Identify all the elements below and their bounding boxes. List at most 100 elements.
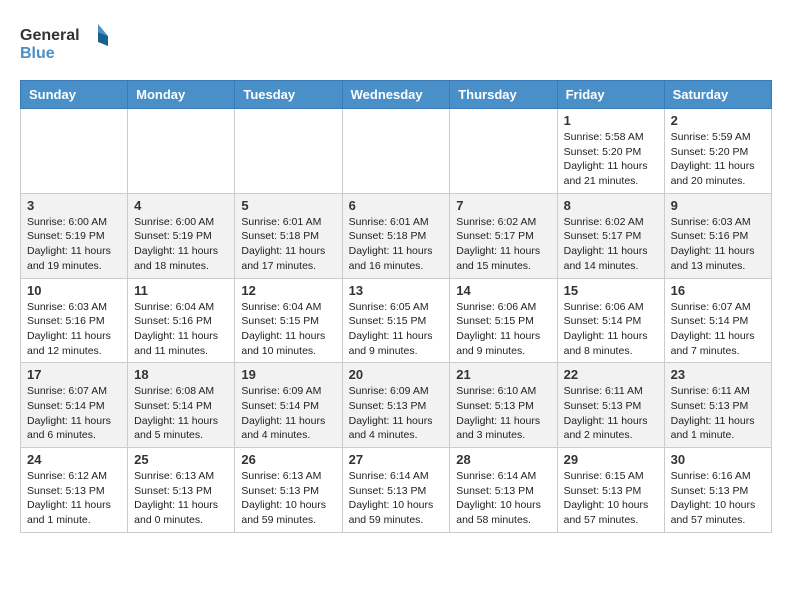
day-number: 28 [456, 452, 550, 467]
calendar-cell: 8 Sunrise: 6:02 AM Sunset: 5:17 PM Daylig… [557, 193, 664, 278]
day-info: Sunrise: 6:02 AM Sunset: 5:17 PM Dayligh… [456, 215, 550, 274]
calendar-day-header: Tuesday [235, 81, 342, 109]
calendar-cell [21, 109, 128, 194]
day-number: 27 [349, 452, 444, 467]
day-info: Sunrise: 6:02 AM Sunset: 5:17 PM Dayligh… [564, 215, 658, 274]
day-number: 26 [241, 452, 335, 467]
calendar-cell [450, 109, 557, 194]
calendar-cell: 23 Sunrise: 6:11 AM Sunset: 5:13 PM Dayli… [664, 363, 771, 448]
day-info: Sunrise: 6:06 AM Sunset: 5:14 PM Dayligh… [564, 300, 658, 359]
day-number: 19 [241, 367, 335, 382]
calendar-cell: 21 Sunrise: 6:10 AM Sunset: 5:13 PM Dayli… [450, 363, 557, 448]
day-info: Sunrise: 6:04 AM Sunset: 5:15 PM Dayligh… [241, 300, 335, 359]
day-number: 15 [564, 283, 658, 298]
day-info: Sunrise: 6:13 AM Sunset: 5:13 PM Dayligh… [241, 469, 335, 528]
day-info: Sunrise: 6:03 AM Sunset: 5:16 PM Dayligh… [671, 215, 765, 274]
day-info: Sunrise: 6:14 AM Sunset: 5:13 PM Dayligh… [456, 469, 550, 528]
day-info: Sunrise: 6:01 AM Sunset: 5:18 PM Dayligh… [241, 215, 335, 274]
day-number: 25 [134, 452, 228, 467]
day-info: Sunrise: 6:14 AM Sunset: 5:13 PM Dayligh… [349, 469, 444, 528]
day-number: 20 [349, 367, 444, 382]
day-number: 7 [456, 198, 550, 213]
day-info: Sunrise: 6:07 AM Sunset: 5:14 PM Dayligh… [27, 384, 121, 443]
calendar-cell: 27 Sunrise: 6:14 AM Sunset: 5:13 PM Dayli… [342, 448, 450, 533]
day-number: 16 [671, 283, 765, 298]
day-number: 9 [671, 198, 765, 213]
calendar-cell: 2 Sunrise: 5:59 AM Sunset: 5:20 PM Daylig… [664, 109, 771, 194]
day-info: Sunrise: 6:04 AM Sunset: 5:16 PM Dayligh… [134, 300, 228, 359]
day-info: Sunrise: 6:05 AM Sunset: 5:15 PM Dayligh… [349, 300, 444, 359]
day-info: Sunrise: 6:09 AM Sunset: 5:13 PM Dayligh… [349, 384, 444, 443]
calendar-cell: 13 Sunrise: 6:05 AM Sunset: 5:15 PM Dayli… [342, 278, 450, 363]
day-info: Sunrise: 6:00 AM Sunset: 5:19 PM Dayligh… [134, 215, 228, 274]
calendar-cell: 15 Sunrise: 6:06 AM Sunset: 5:14 PM Dayli… [557, 278, 664, 363]
calendar-cell: 9 Sunrise: 6:03 AM Sunset: 5:16 PM Daylig… [664, 193, 771, 278]
day-number: 10 [27, 283, 121, 298]
calendar-week-row: 1 Sunrise: 5:58 AM Sunset: 5:20 PM Daylig… [21, 109, 772, 194]
calendar-cell: 25 Sunrise: 6:13 AM Sunset: 5:13 PM Dayli… [128, 448, 235, 533]
logo-svg: General Blue [20, 20, 110, 70]
day-number: 21 [456, 367, 550, 382]
calendar-day-header: Saturday [664, 81, 771, 109]
calendar-day-header: Friday [557, 81, 664, 109]
day-info: Sunrise: 5:58 AM Sunset: 5:20 PM Dayligh… [564, 130, 658, 189]
calendar-cell: 5 Sunrise: 6:01 AM Sunset: 5:18 PM Daylig… [235, 193, 342, 278]
calendar-cell [235, 109, 342, 194]
calendar-cell: 22 Sunrise: 6:11 AM Sunset: 5:13 PM Dayli… [557, 363, 664, 448]
day-number: 5 [241, 198, 335, 213]
svg-text:General: General [20, 27, 80, 44]
calendar-week-row: 3Sunrise: 6:00 AM Sunset: 5:19 PM Daylig… [21, 193, 772, 278]
day-number: 30 [671, 452, 765, 467]
day-info: Sunrise: 6:13 AM Sunset: 5:13 PM Dayligh… [134, 469, 228, 528]
day-number: 6 [349, 198, 444, 213]
calendar-cell: 19 Sunrise: 6:09 AM Sunset: 5:14 PM Dayli… [235, 363, 342, 448]
calendar-week-row: 17 Sunrise: 6:07 AM Sunset: 5:14 PM Dayli… [21, 363, 772, 448]
day-number: 8 [564, 198, 658, 213]
day-info: Sunrise: 6:03 AM Sunset: 5:16 PM Dayligh… [27, 300, 121, 359]
calendar-cell: 20 Sunrise: 6:09 AM Sunset: 5:13 PM Dayli… [342, 363, 450, 448]
day-info: Sunrise: 6:10 AM Sunset: 5:13 PM Dayligh… [456, 384, 550, 443]
calendar-cell: 11 Sunrise: 6:04 AM Sunset: 5:16 PM Dayli… [128, 278, 235, 363]
calendar-cell: 28 Sunrise: 6:14 AM Sunset: 5:13 PM Dayli… [450, 448, 557, 533]
calendar-cell: 7 Sunrise: 6:02 AM Sunset: 5:17 PM Daylig… [450, 193, 557, 278]
day-number: 17 [27, 367, 121, 382]
calendar-cell: 29 Sunrise: 6:15 AM Sunset: 5:13 PM Dayli… [557, 448, 664, 533]
day-number: 23 [671, 367, 765, 382]
day-info: Sunrise: 6:01 AM Sunset: 5:18 PM Dayligh… [349, 215, 444, 274]
day-number: 22 [564, 367, 658, 382]
day-info: Sunrise: 6:07 AM Sunset: 5:14 PM Dayligh… [671, 300, 765, 359]
calendar-cell: 6 Sunrise: 6:01 AM Sunset: 5:18 PM Daylig… [342, 193, 450, 278]
svg-text:Blue: Blue [20, 45, 55, 62]
calendar-cell: 26 Sunrise: 6:13 AM Sunset: 5:13 PM Dayli… [235, 448, 342, 533]
calendar-cell: 30Sunrise: 6:16 AM Sunset: 5:13 PM Dayli… [664, 448, 771, 533]
calendar-cell: 16 Sunrise: 6:07 AM Sunset: 5:14 PM Dayli… [664, 278, 771, 363]
day-number: 14 [456, 283, 550, 298]
day-info: Sunrise: 6:12 AM Sunset: 5:13 PM Dayligh… [27, 469, 121, 528]
page-header: General Blue [20, 20, 772, 70]
calendar-week-row: 24 Sunrise: 6:12 AM Sunset: 5:13 PM Dayli… [21, 448, 772, 533]
calendar-cell: 17 Sunrise: 6:07 AM Sunset: 5:14 PM Dayli… [21, 363, 128, 448]
day-number: 2 [671, 113, 765, 128]
day-number: 1 [564, 113, 658, 128]
calendar-cell: 1 Sunrise: 5:58 AM Sunset: 5:20 PM Daylig… [557, 109, 664, 194]
day-info: Sunrise: 6:11 AM Sunset: 5:13 PM Dayligh… [671, 384, 765, 443]
calendar-cell [128, 109, 235, 194]
calendar-day-header: Thursday [450, 81, 557, 109]
calendar-week-row: 10 Sunrise: 6:03 AM Sunset: 5:16 PM Dayli… [21, 278, 772, 363]
day-number: 29 [564, 452, 658, 467]
day-info: Sunrise: 6:09 AM Sunset: 5:14 PM Dayligh… [241, 384, 335, 443]
calendar-day-header: Sunday [21, 81, 128, 109]
day-info: Sunrise: 5:59 AM Sunset: 5:20 PM Dayligh… [671, 130, 765, 189]
day-info: Sunrise: 6:00 AM Sunset: 5:19 PM Dayligh… [27, 215, 121, 274]
day-info: Sunrise: 6:08 AM Sunset: 5:14 PM Dayligh… [134, 384, 228, 443]
day-info: Sunrise: 6:15 AM Sunset: 5:13 PM Dayligh… [564, 469, 658, 528]
calendar-day-header: Wednesday [342, 81, 450, 109]
day-info: Sunrise: 6:11 AM Sunset: 5:13 PM Dayligh… [564, 384, 658, 443]
calendar-cell: 18Sunrise: 6:08 AM Sunset: 5:14 PM Dayli… [128, 363, 235, 448]
calendar-cell: 10 Sunrise: 6:03 AM Sunset: 5:16 PM Dayli… [21, 278, 128, 363]
day-number: 13 [349, 283, 444, 298]
calendar-day-header: Monday [128, 81, 235, 109]
day-number: 24 [27, 452, 121, 467]
calendar-header-row: SundayMondayTuesdayWednesdayThursdayFrid… [21, 81, 772, 109]
day-number: 11 [134, 283, 228, 298]
